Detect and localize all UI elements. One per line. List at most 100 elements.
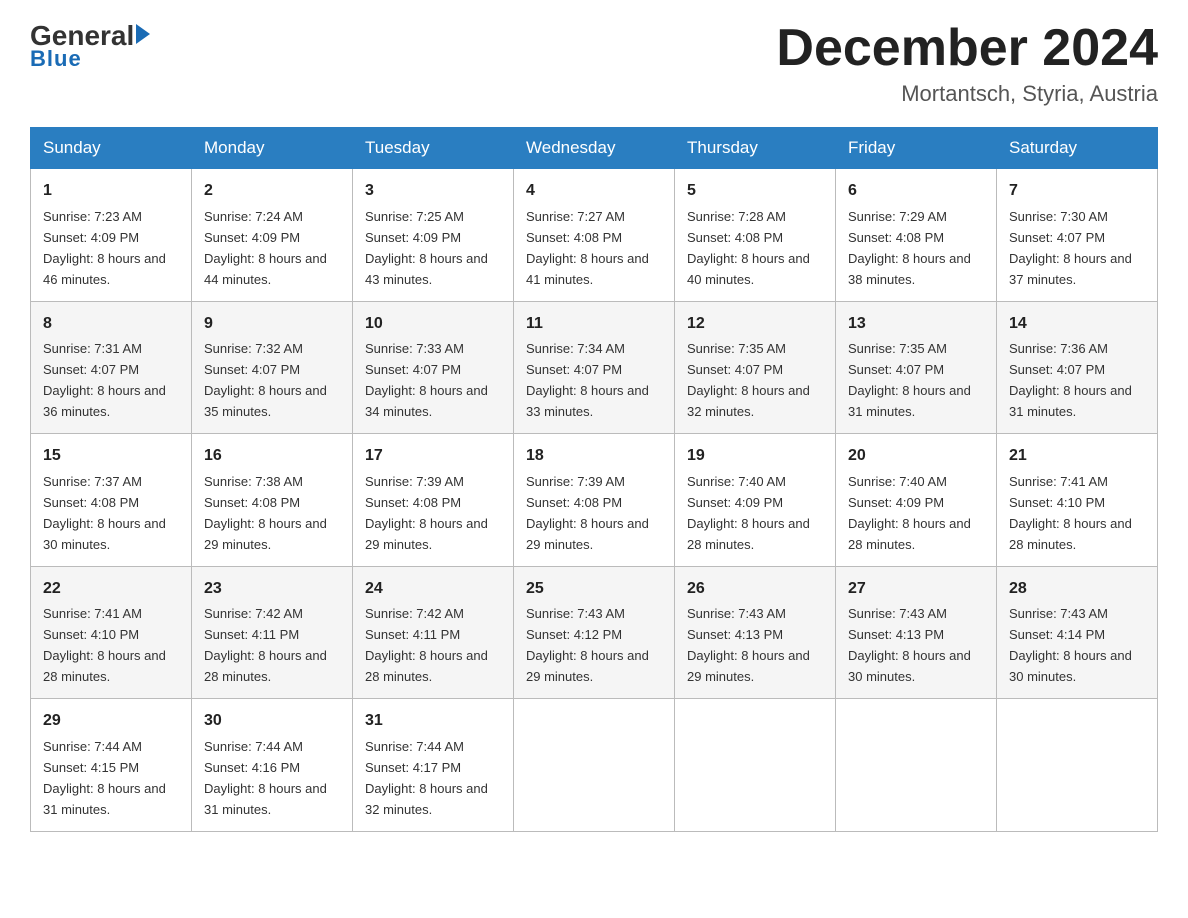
header-sunday: Sunday: [31, 128, 192, 169]
empty-cell: [836, 699, 997, 831]
day-info: Sunrise: 7:36 AMSunset: 4:07 PMDaylight:…: [1009, 341, 1132, 419]
day-info: Sunrise: 7:38 AMSunset: 4:08 PMDaylight:…: [204, 474, 327, 552]
day-cell-22: 22 Sunrise: 7:41 AMSunset: 4:10 PMDaylig…: [31, 566, 192, 698]
day-number: 1: [43, 179, 179, 204]
header-wednesday: Wednesday: [514, 128, 675, 169]
day-info: Sunrise: 7:42 AMSunset: 4:11 PMDaylight:…: [365, 606, 488, 684]
day-number: 22: [43, 577, 179, 602]
day-info: Sunrise: 7:25 AMSunset: 4:09 PMDaylight:…: [365, 209, 488, 287]
calendar-week-5: 29 Sunrise: 7:44 AMSunset: 4:15 PMDaylig…: [31, 699, 1158, 831]
day-cell-24: 24 Sunrise: 7:42 AMSunset: 4:11 PMDaylig…: [353, 566, 514, 698]
day-number: 11: [526, 312, 662, 337]
day-info: Sunrise: 7:37 AMSunset: 4:08 PMDaylight:…: [43, 474, 166, 552]
day-cell-17: 17 Sunrise: 7:39 AMSunset: 4:08 PMDaylig…: [353, 434, 514, 566]
day-number: 29: [43, 709, 179, 734]
day-cell-23: 23 Sunrise: 7:42 AMSunset: 4:11 PMDaylig…: [192, 566, 353, 698]
day-number: 13: [848, 312, 984, 337]
day-info: Sunrise: 7:44 AMSunset: 4:17 PMDaylight:…: [365, 739, 488, 817]
location-subtitle: Mortantsch, Styria, Austria: [776, 81, 1158, 107]
day-cell-15: 15 Sunrise: 7:37 AMSunset: 4:08 PMDaylig…: [31, 434, 192, 566]
header-monday: Monday: [192, 128, 353, 169]
day-number: 5: [687, 179, 823, 204]
day-cell-29: 29 Sunrise: 7:44 AMSunset: 4:15 PMDaylig…: [31, 699, 192, 831]
empty-cell: [675, 699, 836, 831]
day-number: 6: [848, 179, 984, 204]
day-info: Sunrise: 7:29 AMSunset: 4:08 PMDaylight:…: [848, 209, 971, 287]
day-cell-31: 31 Sunrise: 7:44 AMSunset: 4:17 PMDaylig…: [353, 699, 514, 831]
calendar-week-2: 8 Sunrise: 7:31 AMSunset: 4:07 PMDayligh…: [31, 301, 1158, 433]
day-number: 15: [43, 444, 179, 469]
header-tuesday: Tuesday: [353, 128, 514, 169]
day-number: 16: [204, 444, 340, 469]
day-cell-16: 16 Sunrise: 7:38 AMSunset: 4:08 PMDaylig…: [192, 434, 353, 566]
day-number: 25: [526, 577, 662, 602]
day-info: Sunrise: 7:43 AMSunset: 4:13 PMDaylight:…: [687, 606, 810, 684]
header-saturday: Saturday: [997, 128, 1158, 169]
day-cell-25: 25 Sunrise: 7:43 AMSunset: 4:12 PMDaylig…: [514, 566, 675, 698]
day-info: Sunrise: 7:28 AMSunset: 4:08 PMDaylight:…: [687, 209, 810, 287]
day-cell-5: 5 Sunrise: 7:28 AMSunset: 4:08 PMDayligh…: [675, 169, 836, 301]
day-info: Sunrise: 7:34 AMSunset: 4:07 PMDaylight:…: [526, 341, 649, 419]
page-header: General Blue December 2024 Mortantsch, S…: [30, 20, 1158, 107]
logo-arrow-icon: [136, 24, 150, 44]
day-number: 19: [687, 444, 823, 469]
header-thursday: Thursday: [675, 128, 836, 169]
day-number: 24: [365, 577, 501, 602]
day-number: 27: [848, 577, 984, 602]
day-cell-27: 27 Sunrise: 7:43 AMSunset: 4:13 PMDaylig…: [836, 566, 997, 698]
day-number: 9: [204, 312, 340, 337]
calendar-week-4: 22 Sunrise: 7:41 AMSunset: 4:10 PMDaylig…: [31, 566, 1158, 698]
day-cell-19: 19 Sunrise: 7:40 AMSunset: 4:09 PMDaylig…: [675, 434, 836, 566]
day-number: 26: [687, 577, 823, 602]
day-number: 28: [1009, 577, 1145, 602]
day-info: Sunrise: 7:43 AMSunset: 4:14 PMDaylight:…: [1009, 606, 1132, 684]
day-cell-6: 6 Sunrise: 7:29 AMSunset: 4:08 PMDayligh…: [836, 169, 997, 301]
day-number: 2: [204, 179, 340, 204]
day-number: 12: [687, 312, 823, 337]
day-cell-13: 13 Sunrise: 7:35 AMSunset: 4:07 PMDaylig…: [836, 301, 997, 433]
day-info: Sunrise: 7:43 AMSunset: 4:12 PMDaylight:…: [526, 606, 649, 684]
day-info: Sunrise: 7:24 AMSunset: 4:09 PMDaylight:…: [204, 209, 327, 287]
day-info: Sunrise: 7:32 AMSunset: 4:07 PMDaylight:…: [204, 341, 327, 419]
day-info: Sunrise: 7:27 AMSunset: 4:08 PMDaylight:…: [526, 209, 649, 287]
day-info: Sunrise: 7:42 AMSunset: 4:11 PMDaylight:…: [204, 606, 327, 684]
day-cell-12: 12 Sunrise: 7:35 AMSunset: 4:07 PMDaylig…: [675, 301, 836, 433]
day-cell-4: 4 Sunrise: 7:27 AMSunset: 4:08 PMDayligh…: [514, 169, 675, 301]
calendar-week-3: 15 Sunrise: 7:37 AMSunset: 4:08 PMDaylig…: [31, 434, 1158, 566]
day-info: Sunrise: 7:41 AMSunset: 4:10 PMDaylight:…: [1009, 474, 1132, 552]
day-cell-3: 3 Sunrise: 7:25 AMSunset: 4:09 PMDayligh…: [353, 169, 514, 301]
day-info: Sunrise: 7:39 AMSunset: 4:08 PMDaylight:…: [365, 474, 488, 552]
day-cell-7: 7 Sunrise: 7:30 AMSunset: 4:07 PMDayligh…: [997, 169, 1158, 301]
day-info: Sunrise: 7:30 AMSunset: 4:07 PMDaylight:…: [1009, 209, 1132, 287]
day-number: 7: [1009, 179, 1145, 204]
calendar-table: Sunday Monday Tuesday Wednesday Thursday…: [30, 127, 1158, 831]
day-info: Sunrise: 7:44 AMSunset: 4:15 PMDaylight:…: [43, 739, 166, 817]
header-friday: Friday: [836, 128, 997, 169]
day-info: Sunrise: 7:35 AMSunset: 4:07 PMDaylight:…: [848, 341, 971, 419]
title-section: December 2024 Mortantsch, Styria, Austri…: [776, 20, 1158, 107]
day-number: 3: [365, 179, 501, 204]
day-cell-1: 1 Sunrise: 7:23 AMSunset: 4:09 PMDayligh…: [31, 169, 192, 301]
day-cell-9: 9 Sunrise: 7:32 AMSunset: 4:07 PMDayligh…: [192, 301, 353, 433]
calendar-week-1: 1 Sunrise: 7:23 AMSunset: 4:09 PMDayligh…: [31, 169, 1158, 301]
day-cell-10: 10 Sunrise: 7:33 AMSunset: 4:07 PMDaylig…: [353, 301, 514, 433]
day-number: 17: [365, 444, 501, 469]
day-number: 30: [204, 709, 340, 734]
day-info: Sunrise: 7:23 AMSunset: 4:09 PMDaylight:…: [43, 209, 166, 287]
day-info: Sunrise: 7:41 AMSunset: 4:10 PMDaylight:…: [43, 606, 166, 684]
day-info: Sunrise: 7:35 AMSunset: 4:07 PMDaylight:…: [687, 341, 810, 419]
day-number: 10: [365, 312, 501, 337]
day-number: 18: [526, 444, 662, 469]
logo: General Blue: [30, 20, 150, 72]
day-cell-2: 2 Sunrise: 7:24 AMSunset: 4:09 PMDayligh…: [192, 169, 353, 301]
day-cell-20: 20 Sunrise: 7:40 AMSunset: 4:09 PMDaylig…: [836, 434, 997, 566]
day-cell-14: 14 Sunrise: 7:36 AMSunset: 4:07 PMDaylig…: [997, 301, 1158, 433]
day-info: Sunrise: 7:44 AMSunset: 4:16 PMDaylight:…: [204, 739, 327, 817]
day-cell-30: 30 Sunrise: 7:44 AMSunset: 4:16 PMDaylig…: [192, 699, 353, 831]
day-info: Sunrise: 7:33 AMSunset: 4:07 PMDaylight:…: [365, 341, 488, 419]
day-info: Sunrise: 7:40 AMSunset: 4:09 PMDaylight:…: [687, 474, 810, 552]
day-info: Sunrise: 7:43 AMSunset: 4:13 PMDaylight:…: [848, 606, 971, 684]
empty-cell: [514, 699, 675, 831]
day-info: Sunrise: 7:39 AMSunset: 4:08 PMDaylight:…: [526, 474, 649, 552]
day-cell-18: 18 Sunrise: 7:39 AMSunset: 4:08 PMDaylig…: [514, 434, 675, 566]
